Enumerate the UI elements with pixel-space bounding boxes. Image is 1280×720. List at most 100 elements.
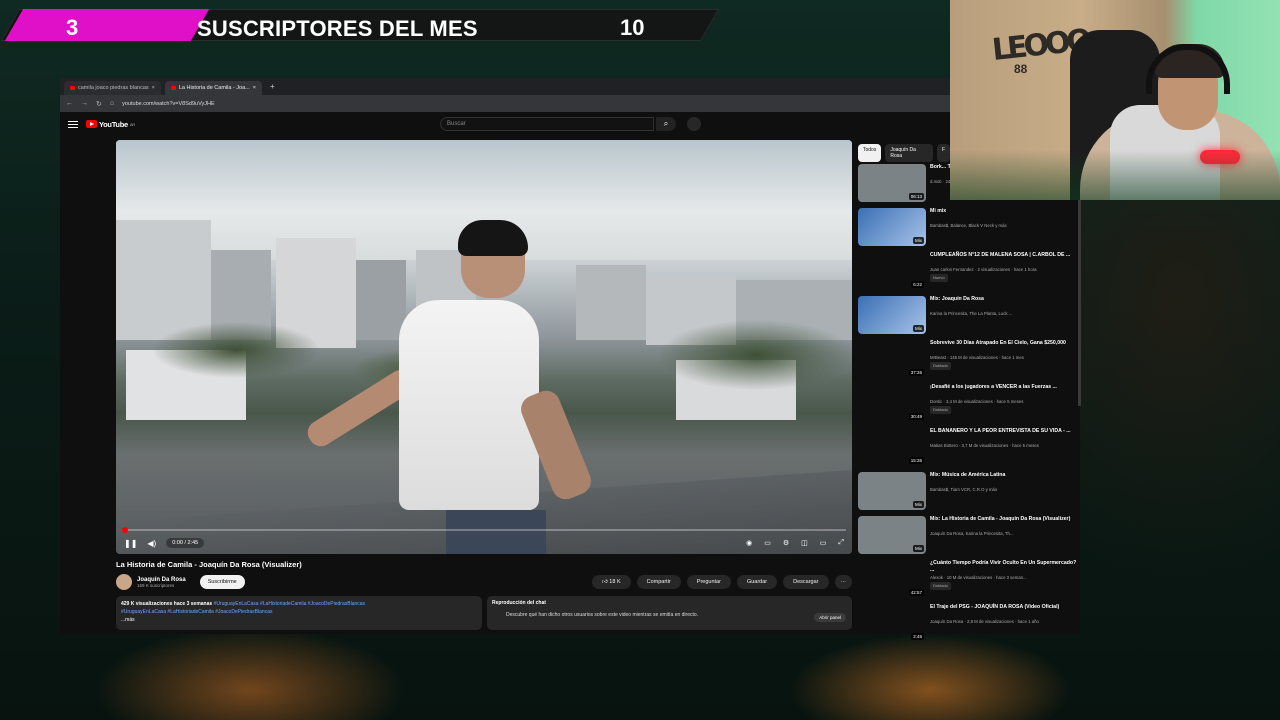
back-icon[interactable]: ← — [66, 100, 73, 107]
close-icon[interactable]: × — [152, 85, 155, 91]
settings-icon[interactable]: ⚙ — [783, 539, 789, 547]
recommendation-meta-text: Juan carlos Fernandez · 2 visualizacione… — [930, 267, 1037, 272]
video-progress-bar[interactable] — [122, 527, 846, 533]
recommendation-duration: 2:45 — [911, 633, 924, 640]
tab-label: La Historia de Camila - Joa... — [178, 85, 250, 91]
recommendation-item[interactable]: 37:26 Sobrevive 30 Días Atrapado En El Ci… — [858, 340, 1078, 384]
download-button[interactable]: Descargar — [783, 575, 829, 589]
recommendation-duration: Mix — [913, 545, 924, 552]
tab-label: camila joaco piedras blancas — [78, 85, 149, 91]
chip-all[interactable]: Todos — [858, 144, 882, 162]
search-input[interactable]: Buscar — [440, 117, 654, 131]
miniplayer-icon[interactable]: ◫ — [801, 539, 808, 547]
home-icon[interactable]: ⌂ — [110, 100, 114, 107]
recommendation-title[interactable]: Mi mix — [930, 208, 1078, 215]
volume-icon[interactable]: ◀) — [147, 539, 156, 548]
reload-icon[interactable]: ↻ — [96, 100, 102, 108]
youtube-logo[interactable]: YouTube AR — [86, 120, 135, 129]
recommendation-item[interactable]: Mix Mix: Joaquín Da Rosa Karina la Princes… — [858, 296, 1078, 340]
channel-info: Joaquín Da Rosa 169 K suscriptores — [137, 577, 186, 588]
close-icon[interactable]: × — [253, 85, 256, 91]
description-box[interactable]: 429 K visualizaciones hace 3 semanas #Ur… — [116, 596, 482, 630]
banner-accent — [4, 9, 210, 41]
recommendation-thumbnail[interactable]: 42:57 — [858, 560, 926, 598]
like-button[interactable]: 👍︎ 18 K — [592, 575, 631, 589]
recommendation-thumbnail[interactable]: Mix — [858, 516, 926, 554]
recommendation-title[interactable]: CUMPLEAÑOS N°12 DE MALENA SOSA | C.ARBOL… — [930, 252, 1078, 259]
recommendation-thumbnail[interactable]: 2:45 — [858, 604, 926, 642]
sidebar-scrollbar[interactable] — [1078, 200, 1081, 406]
forward-icon[interactable]: → — [81, 100, 88, 107]
video-player[interactable]: ❚❚ ◀) 0:00 / 2:45 ◉ ▭ ⚙ ◫ ▭ ⤢ — [116, 140, 852, 554]
recommendation-item[interactable]: 30:49 ¡Desafié a los jugadores a VENCER a… — [858, 384, 1078, 428]
recommendation-thumbnail[interactable]: 30:49 — [858, 384, 926, 422]
webcam-overlay: LEOOO 88 — [950, 0, 1280, 200]
chat-replay-box: Reproducción del chat Descubre qué han d… — [487, 596, 852, 630]
recommendation-title[interactable]: Sobrevive 30 Días Atrapado En El Cielo, … — [930, 340, 1078, 347]
recommendation-thumbnail[interactable]: Mix — [858, 208, 926, 246]
youtube-favicon-icon — [70, 86, 75, 90]
url-field[interactable]: youtube.com/watch?v=V8Sd9uVyJHE — [122, 101, 215, 107]
hashtags[interactable]: #UruguayEnLaCasa #LaHistoriadeCamila #Jo… — [214, 601, 365, 607]
search-button[interactable]: ⌕ — [656, 117, 676, 131]
video-person — [399, 300, 539, 510]
browser-tab-search[interactable]: camila joaco piedras blancas × — [64, 81, 161, 95]
recommendation-title[interactable]: El Traje del PSG - JOAQUÍN DA ROSA (Vide… — [930, 604, 1078, 611]
subscribe-button[interactable]: Suscribirme — [199, 575, 245, 589]
player-controls-right: ◉ ▭ ⚙ ◫ ▭ ⤢ — [746, 539, 844, 547]
more-actions-button[interactable]: ··· — [834, 575, 852, 589]
progress-scrubber[interactable] — [122, 527, 128, 533]
ask-button[interactable]: Preguntar — [686, 575, 731, 589]
hashtags[interactable]: #UruguayEnLaCasa #LaHistoriadeCamila #Jo… — [121, 609, 272, 615]
browser-tab-video[interactable]: La Historia de Camila - Joa... × — [164, 81, 262, 95]
recommendation-duration: Mix — [913, 237, 924, 244]
recommendation-item[interactable]: 15:26 EL BANANERO Y LA PEOR ENTREVISTA DE… — [858, 428, 1078, 472]
voice-search-button[interactable] — [687, 117, 701, 131]
recommendation-thumbnail[interactable]: Mix — [858, 296, 926, 334]
menu-icon[interactable] — [68, 119, 78, 130]
share-button[interactable]: Compartir — [636, 575, 681, 589]
recommendation-badge: Doblado — [930, 406, 951, 414]
open-panel-button[interactable]: Abrir panel — [814, 613, 846, 622]
recommendation-title[interactable]: Mix: La Historia de Camila - Joaquín Da … — [930, 516, 1078, 523]
autoplay-icon[interactable]: ◉ — [746, 539, 752, 547]
channel-name[interactable]: Joaquín Da Rosa — [137, 577, 186, 583]
video-actions: 👍︎ 18 K Compartir Preguntar Guardar Desc… — [592, 575, 852, 589]
chat-replay-text: Descubre qué han dicho otros usuarios so… — [506, 612, 699, 618]
new-tab-button[interactable]: + — [266, 82, 279, 91]
subtitles-icon[interactable]: ▭ — [764, 539, 771, 547]
search-icon: ⌕ — [663, 119, 669, 128]
recommendation-item[interactable]: Mix Mix: Música de América Latina Bambas$,… — [858, 472, 1078, 516]
recommendation-title[interactable]: ¿Cuánto Tiempo Podría Vivir Oculto En Un… — [930, 560, 1078, 574]
chip-more[interactable]: F — [936, 144, 950, 162]
recommendation-duration: 6:22 — [911, 281, 924, 288]
recommendation-title[interactable]: ¡Desafié a los jugadores a VENCER a las … — [930, 384, 1078, 391]
recommendation-item[interactable]: 6:22 CUMPLEAÑOS N°12 DE MALENA SOSA | C.A… — [858, 252, 1078, 296]
recommendation-title[interactable]: EL BANANERO Y LA PEOR ENTREVISTA DE SU V… — [930, 428, 1078, 435]
recommendation-thumbnail[interactable]: 37:26 — [858, 340, 926, 378]
recommendation-item[interactable]: 2:45 El Traje del PSG - JOAQUÍN DA ROSA (… — [858, 604, 1078, 648]
recommendation-thumbnail[interactable]: 06:13 — [858, 164, 926, 202]
recommendation-item[interactable]: 42:57 ¿Cuánto Tiempo Podría Vivir Oculto … — [858, 560, 1078, 604]
theater-icon[interactable]: ▭ — [820, 539, 827, 547]
save-button[interactable]: Guardar — [736, 575, 778, 589]
time-display: 0:00 / 2:45 — [166, 538, 205, 548]
fullscreen-icon[interactable]: ⤢ — [838, 539, 844, 547]
recommendation-thumbnail[interactable]: 6:22 — [858, 252, 926, 290]
recommendation-title[interactable]: Mix: Joaquín Da Rosa — [930, 296, 1078, 303]
channel-avatar[interactable] — [116, 574, 132, 590]
recommendation-meta-text: MrBeast · 145 M de visualizaciones · hac… — [930, 355, 1024, 360]
chip-channel[interactable]: Joaquín Da Rosa — [885, 144, 933, 162]
recommendation-thumbnail[interactable]: 15:26 — [858, 428, 926, 466]
youtube-play-icon — [86, 120, 97, 128]
channel-subscribers: 169 K suscriptores — [137, 582, 175, 588]
recommendation-item[interactable]: Mix Mix: La Historia de Camila - Joaquín … — [858, 516, 1078, 560]
recommendation-title[interactable]: Mix: Música de América Latina — [930, 472, 1078, 479]
recommendation-duration: Mix — [913, 501, 924, 508]
recommendation-item[interactable]: Mix Mi mix Bambas$, Balance, Black V Neck … — [858, 208, 1078, 252]
show-more-link[interactable]: ...más — [121, 617, 135, 623]
pause-icon[interactable]: ❚❚ — [124, 539, 137, 548]
banner-right-count: 10 — [620, 15, 645, 40]
recommendation-meta: Karina la Princesita, The La Planta, Luc… — [930, 311, 1078, 317]
recommendation-thumbnail[interactable]: Mix — [858, 472, 926, 510]
